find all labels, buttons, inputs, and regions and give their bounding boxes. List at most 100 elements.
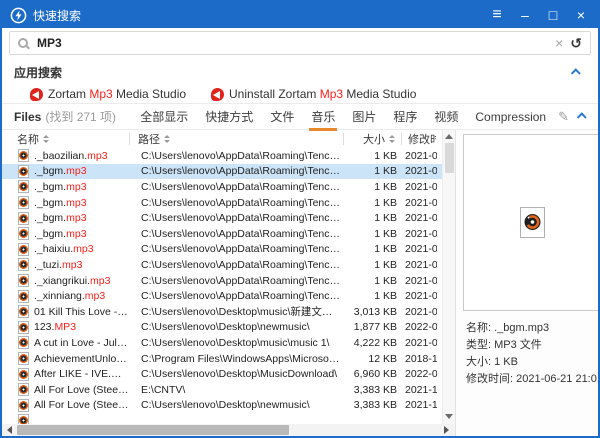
cell-date: 2021-06 (405, 243, 437, 255)
mp3-file-icon (18, 383, 29, 396)
table-row[interactable]: ._baozilian.mp3C:\Users\lenovo\AppData\R… (2, 148, 442, 164)
sort-icon (389, 135, 395, 143)
cell-date: 2021-06 (405, 165, 437, 177)
lightning-app-icon (10, 7, 27, 24)
table-row[interactable]: After LIKE - IVE.mp3C:\Users\lenovo\Desk… (2, 366, 442, 382)
sort-icon (164, 135, 170, 143)
cell-date: 2022-09 (405, 321, 437, 333)
filter-tab[interactable]: 视频 (434, 108, 458, 125)
cell-size: 3,383 KB (341, 384, 397, 396)
table-row[interactable]: All For Love (Steerner ...E:\CNTV\3,383 … (2, 382, 442, 398)
cell-name: ._haixiu.mp3 (34, 243, 130, 255)
cell-size: 1,877 KB (341, 321, 397, 333)
menu-icon[interactable]: ≡ (488, 6, 506, 24)
cell-size: 1 KB (341, 275, 397, 287)
filter-tab[interactable]: 图片 (352, 108, 376, 125)
mp3-file-icon (18, 399, 29, 412)
detail-mtime: 修改时间: 2021-06-21 21:01 (466, 371, 600, 388)
column-header-path[interactable]: 路径 (130, 133, 344, 145)
table-row[interactable]: ._bgm.mp3C:\Users\lenovo\AppData\Roaming… (2, 226, 442, 242)
cell-date: 2021-06 (405, 228, 437, 240)
table-row[interactable]: ._bgm.mp3C:\Users\lenovo\AppData\Roaming… (2, 210, 442, 226)
horizontal-scrollbar[interactable] (2, 424, 455, 436)
edit-filters-icon[interactable]: ✎ (558, 109, 569, 125)
table-row[interactable]: 01 Kill This Love - BLAC... C:\Users\leno… (2, 304, 442, 320)
filter-tab[interactable]: 程序 (393, 108, 417, 125)
cell-path: C:\Users\lenovo\Desktop\music\新建文件夹\ (141, 304, 341, 319)
filter-tab[interactable]: 音乐 (311, 108, 335, 125)
vertical-scroll-thumb[interactable] (445, 143, 454, 173)
mp3-file-icon (18, 274, 29, 287)
collapse-files-icon[interactable] (577, 112, 587, 122)
column-header-size[interactable]: 大小 (344, 133, 402, 145)
scroll-left-icon[interactable] (7, 426, 12, 434)
mp3-file-icon (18, 290, 29, 303)
close-button[interactable]: × (572, 6, 590, 24)
collapse-app-search-icon[interactable] (571, 68, 581, 78)
vertical-scrollbar[interactable] (442, 130, 455, 424)
table-row[interactable]: AchievementUnlocked....C:\Program Files\… (2, 351, 442, 367)
table-row[interactable]: ._xinniang.mp3C:\Users\lenovo\AppData\Ro… (2, 288, 442, 304)
files-section-header: Files(找到 271 项) 全部显示快捷方式文件音乐图片程序视频 Compre… (2, 104, 598, 129)
table-row[interactable]: ._xiangrikui.mp3C:\Users\lenovo\AppData\… (2, 273, 442, 289)
column-header-modified[interactable]: 修改时间 (402, 133, 436, 145)
scroll-down-icon[interactable] (445, 414, 453, 419)
table-row-partial[interactable] (2, 413, 442, 424)
table-row[interactable]: A cut in Love - July.mp3C:\Users\lenovo\… (2, 335, 442, 351)
app-result-item[interactable]: Uninstall Zortam Mp3 Media Studio (211, 87, 376, 101)
cell-name: A cut in Love - July.mp3 (34, 337, 130, 349)
cell-date: 2021-06 (405, 212, 437, 224)
table-row[interactable]: ._haixiu.mp3C:\Users\lenovo\AppData\Roam… (2, 242, 442, 258)
table-row[interactable]: ._bgm.mp3C:\Users\lenovo\AppData\Roaming… (2, 179, 442, 195)
cell-path: C:\Users\lenovo\AppData\Roaming\Tencent\… (141, 212, 341, 224)
cell-size: 1 KB (341, 197, 397, 209)
cell-name: 01 Kill This Love - BLAC... (34, 306, 130, 318)
cell-date: 2021-06 (405, 275, 437, 287)
search-band: MP3 × ↺ (2, 28, 598, 58)
mp3-file-icon (519, 206, 546, 239)
table-row[interactable]: All For Love (Steerner ...C:\Users\lenov… (2, 398, 442, 414)
window-title: 快速搜索 (33, 7, 81, 24)
cell-name: ._bgm.mp3 (34, 197, 130, 209)
mp3-file-icon (18, 196, 29, 209)
maximize-button[interactable]: □ (544, 6, 562, 24)
table-row[interactable]: ._bgm.mp3C:\Users\lenovo\AppData\Roaming… (2, 195, 442, 211)
search-icon (18, 38, 28, 48)
search-history-icon[interactable]: ↺ (570, 35, 582, 52)
column-header-name[interactable]: 名称 (2, 133, 130, 145)
cell-path: C:\Users\lenovo\AppData\Roaming\Tencent\… (141, 275, 341, 287)
cell-name: AchievementUnlocked.... (34, 353, 130, 365)
app-result-item[interactable]: Zortam Mp3 Media Studio (30, 87, 195, 101)
table-row[interactable]: ._tuzi.mp3C:\Users\lenovo\AppData\Roamin… (2, 257, 442, 273)
mp3-file-icon (18, 258, 29, 271)
table-row[interactable]: ._bgm.mp3C:\Users\lenovo\AppData\Roaming… (2, 164, 442, 180)
horizontal-scroll-thumb[interactable] (17, 425, 289, 435)
detail-size: 大小: 1 KB (466, 354, 600, 371)
minimize-button[interactable]: – (516, 6, 534, 24)
app-search-section: 应用搜索 Zortam Mp3 Media StudioUninstall Zo… (2, 58, 598, 103)
scroll-right-icon[interactable] (444, 426, 449, 434)
filter-tab[interactable]: 快捷方式 (205, 108, 253, 125)
filter-tab[interactable]: Compression (475, 110, 546, 124)
table-header: 名称 路径 大小 修改时间 (2, 130, 455, 148)
mp3-file-icon (18, 165, 29, 178)
search-input[interactable]: MP3 × ↺ (9, 31, 591, 55)
cell-path: C:\Users\lenovo\Desktop\MusicDownload\ (141, 368, 341, 380)
table-row[interactable]: 123.MP3C:\Users\lenovo\Desktop\newmusic\… (2, 320, 442, 336)
files-title: Files(找到 271 项) (14, 108, 116, 125)
search-value: MP3 (37, 36, 62, 50)
filter-tab[interactable]: 文件 (270, 108, 294, 125)
detail-type: 类型: MP3 文件 (466, 337, 600, 354)
zortam-icon (211, 88, 224, 101)
cell-date: 2021-06 (405, 150, 437, 162)
mp3-file-icon (18, 368, 29, 381)
cell-path: C:\Users\lenovo\AppData\Roaming\Tencent\… (141, 259, 341, 271)
mp3-file-icon (18, 305, 29, 318)
filter-tab[interactable]: 全部显示 (140, 108, 188, 125)
cell-name: ._xinniang.mp3 (34, 290, 130, 302)
titlebar: 快速搜索 ≡ – □ × (2, 2, 598, 28)
cell-size: 1 KB (341, 165, 397, 177)
cell-name: ._bgm.mp3 (34, 228, 130, 240)
scroll-up-icon[interactable] (445, 134, 453, 139)
clear-search-icon[interactable]: × (555, 35, 563, 51)
